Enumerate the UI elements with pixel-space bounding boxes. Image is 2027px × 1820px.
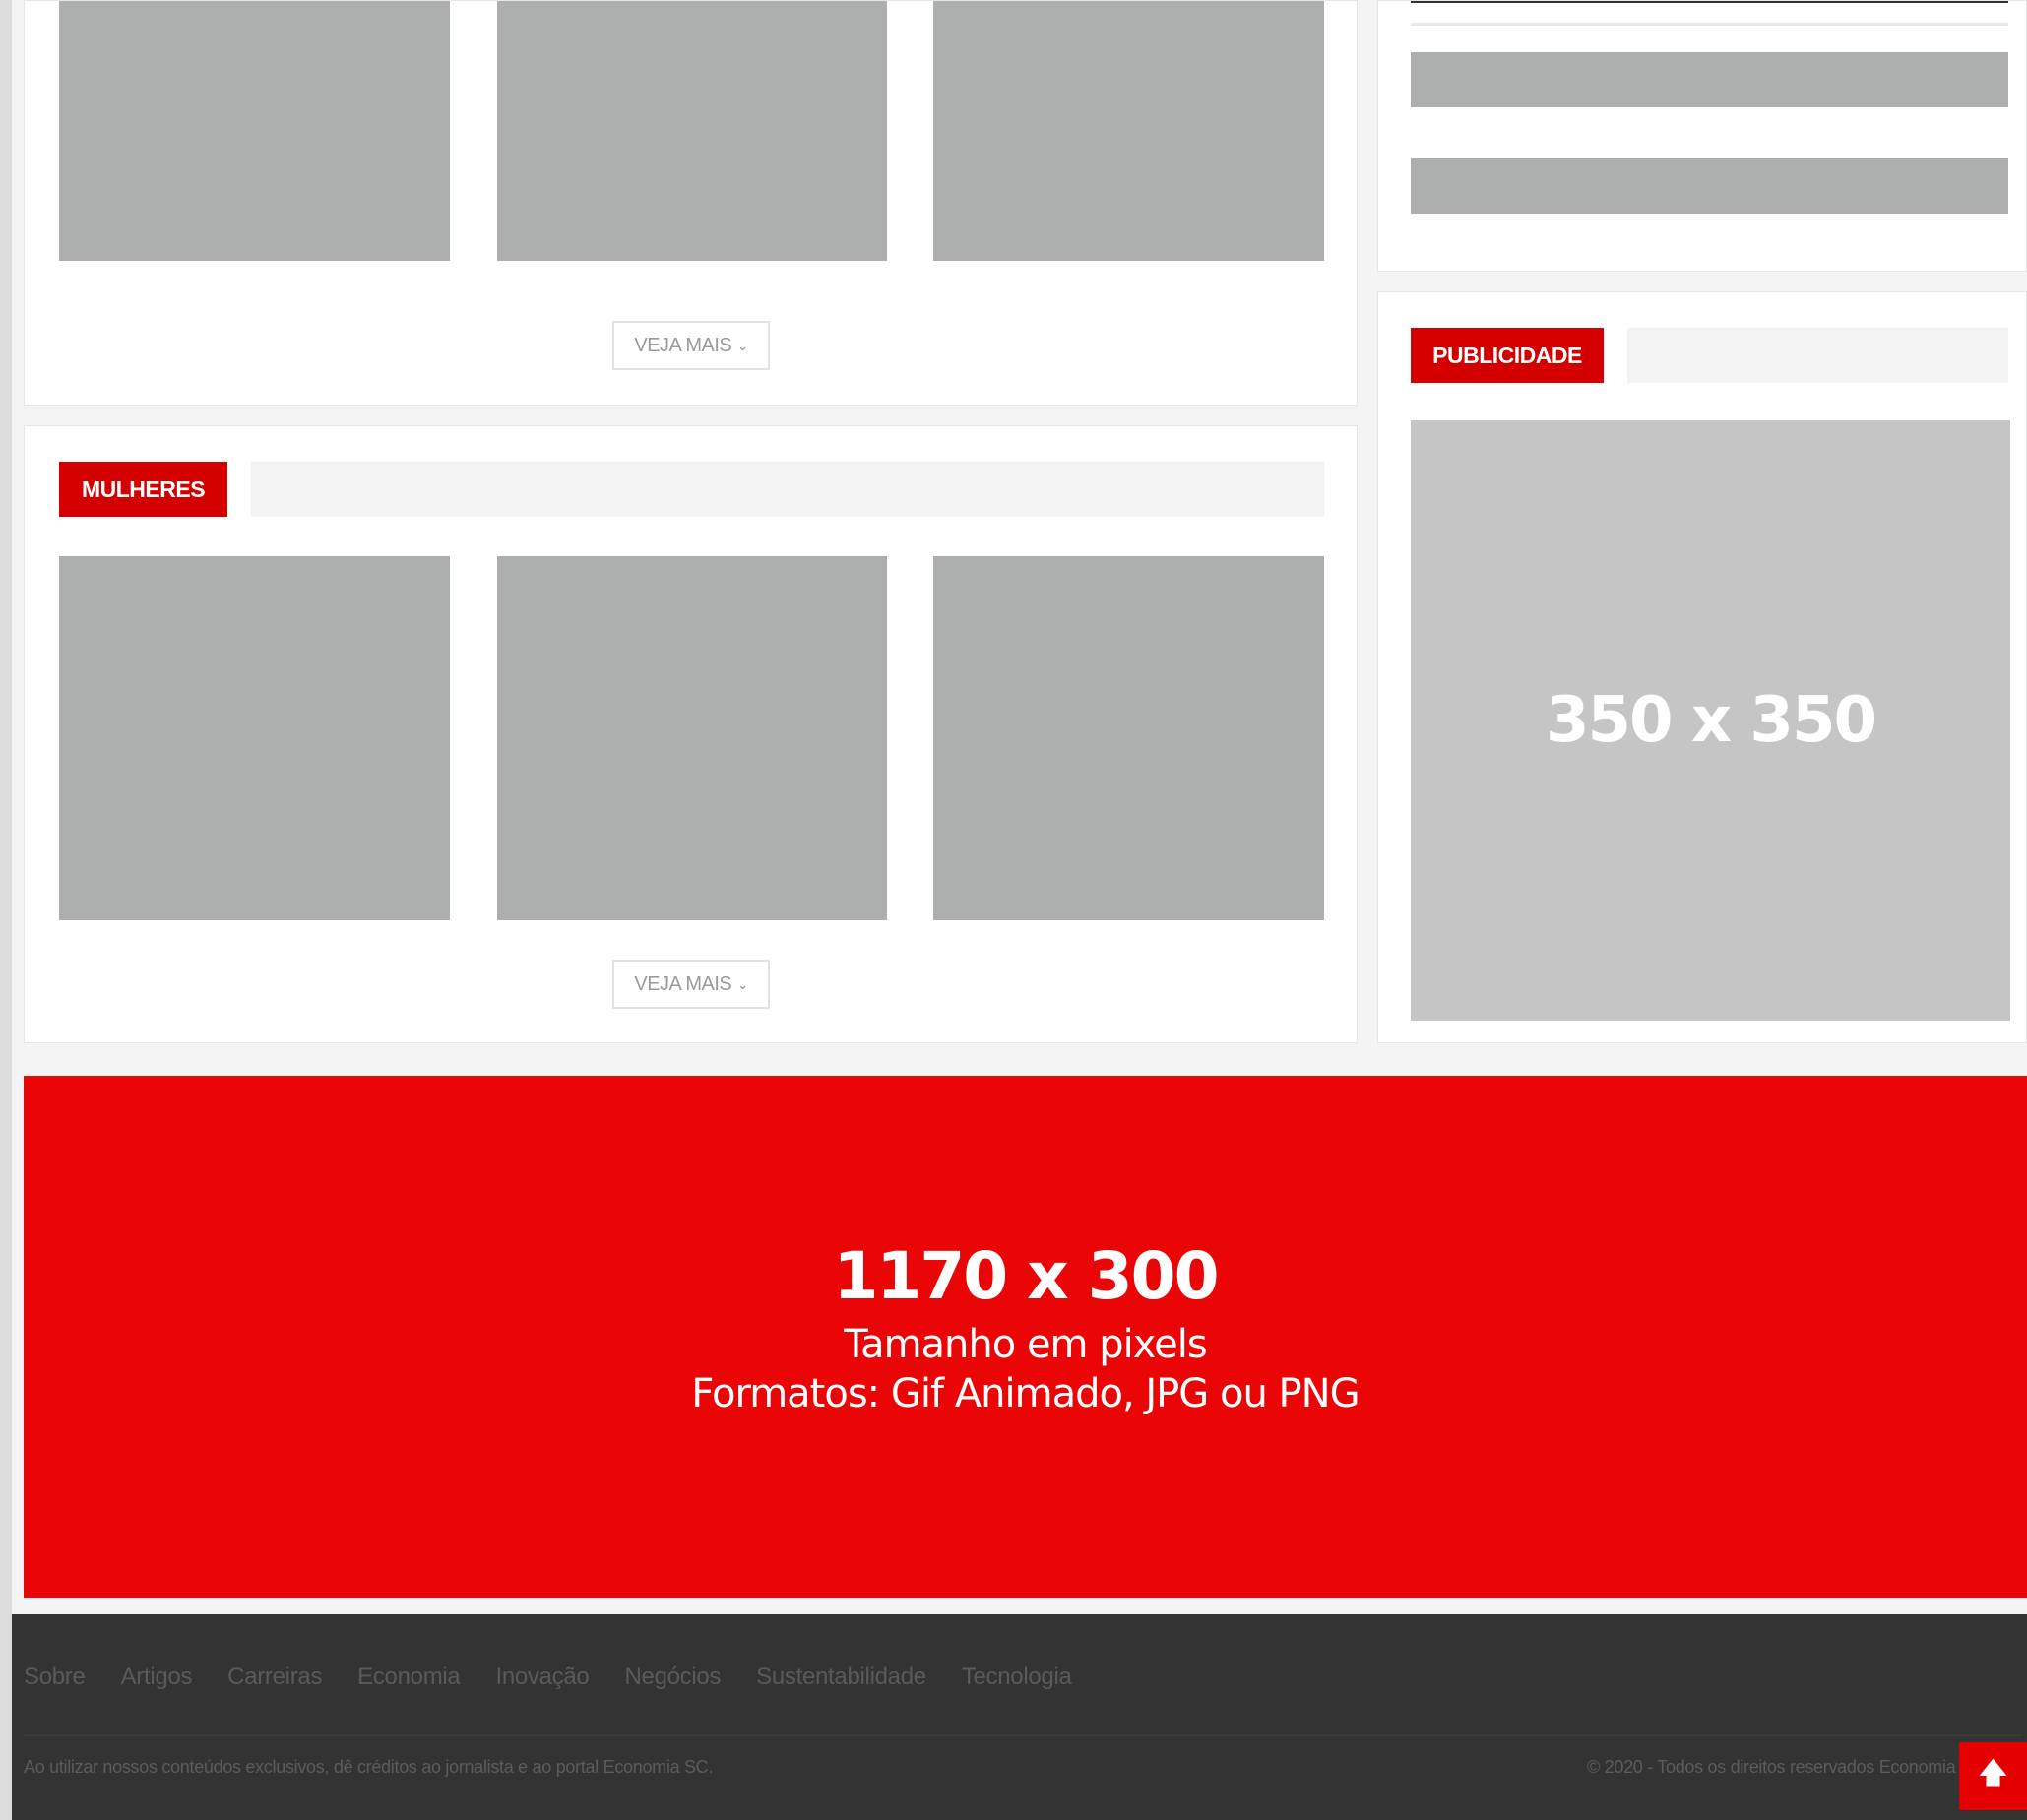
post-thumbnail[interactable] <box>497 556 887 920</box>
banner-line-2: Formatos: Gif Animado, JPG ou PNG <box>691 1371 1360 1416</box>
footer-nav-link[interactable]: Tecnologia <box>962 1663 1072 1691</box>
section-label-track <box>251 462 1324 517</box>
post-thumbnail[interactable] <box>497 1 887 261</box>
arrow-up-icon: 🡅 <box>1978 1757 2008 1789</box>
veja-mais-label: VEJA MAIS <box>634 973 732 995</box>
site-footer: Sobre Artigos Carreiras Economia Inovação Neg… <box>12 1614 2027 1820</box>
mulheres-section: MULHERES VEJA MAIS ⌄ <box>24 425 1358 1043</box>
section-label-track <box>1627 328 2008 383</box>
divider <box>1411 1 2008 3</box>
footer-nav-link[interactable]: Negócios <box>624 1663 721 1691</box>
top-posts-panel: VEJA MAIS ⌄ <box>24 0 1358 406</box>
veja-mais-button[interactable]: VEJA MAIS ⌄ <box>612 321 770 370</box>
veja-mais-label: VEJA MAIS <box>634 334 732 356</box>
section-label-publicidade: PUBLICIDADE <box>1411 328 1604 383</box>
footer-nav: Sobre Artigos Carreiras Economia Inovação Neg… <box>24 1663 1072 1691</box>
footer-nav-link[interactable]: Sobre <box>24 1663 86 1691</box>
scroll-to-top-button[interactable]: 🡅 <box>1959 1742 2027 1810</box>
sidebar-widget <box>1377 0 2027 272</box>
page-left-strip <box>0 0 12 1820</box>
veja-mais-button[interactable]: VEJA MAIS ⌄ <box>612 960 770 1009</box>
footer-nav-link[interactable]: Carreiras <box>227 1663 322 1691</box>
post-thumbnail[interactable] <box>933 556 1324 920</box>
chevron-down-icon: ⌄ <box>737 339 748 353</box>
footer-nav-link[interactable]: Sustentabilidade <box>756 1663 926 1691</box>
sidebar-item-placeholder[interactable] <box>1411 52 2008 107</box>
chevron-down-icon: ⌄ <box>737 977 748 992</box>
footer-copyright: © 2020 - Todos os direitos reservados Ec… <box>1587 1757 1971 1777</box>
footer-divider <box>24 1734 2022 1736</box>
section-label-mulheres[interactable]: MULHERES <box>59 462 227 517</box>
banner-size: 1170 x 300 <box>833 1238 1220 1314</box>
banner-line-1: Tamanho em pixels <box>844 1322 1208 1367</box>
post-thumbnail[interactable] <box>933 1 1324 261</box>
footer-nav-link[interactable]: Inovação <box>495 1663 589 1691</box>
ad-banner-1170[interactable]: 1170 x 300 Tamanho em pixels Formatos: G… <box>24 1076 2027 1598</box>
post-thumbnail[interactable] <box>59 556 450 920</box>
footer-nav-link[interactable]: Artigos <box>121 1663 193 1691</box>
footer-nav-link[interactable]: Economia <box>357 1663 461 1691</box>
sidebar-ad-widget: PUBLICIDADE 350 x 350 <box>1377 291 2027 1043</box>
post-thumbnail[interactable] <box>59 1 450 261</box>
footer-note: Ao utilizar nossos conteúdos exclusivos,… <box>24 1757 714 1777</box>
divider <box>1411 23 2008 26</box>
sidebar-item-placeholder[interactable] <box>1411 158 2008 214</box>
ad-placeholder-350[interactable]: 350 x 350 <box>1411 420 2010 1021</box>
